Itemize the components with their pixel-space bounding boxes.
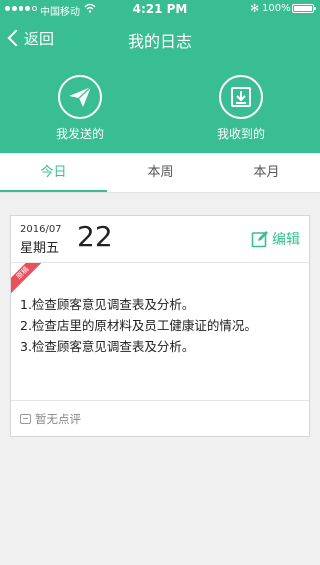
log-item: 1.检查顾客意见调查表及分析。 [20,297,195,312]
log-weekday: 星期五 [20,241,60,256]
status-bar: 中国移动 4:21 PM ✻ 100% [0,0,320,18]
period-tabs: 今日 本周 本月 [0,153,320,193]
sent-logs-button[interactable]: 我发送的 [30,75,130,142]
sent-label: 我发送的 [55,127,104,141]
edit-button[interactable]: 编辑 [251,229,300,249]
received-logs-button[interactable]: 我收到的 [191,75,291,142]
download-icon [231,87,251,107]
log-card-header: 2016/07 星期五 22 编辑 [11,216,309,263]
receive-circle [219,75,263,119]
bluetooth-icon: ✻ [250,2,260,15]
battery-level [294,6,312,11]
send-circle [58,75,102,119]
log-item: 2.检查店里的原材料及员工健康证的情况。 [20,318,257,333]
received-label: 我收到的 [216,127,265,141]
header: 中国移动 4:21 PM ✻ 100% 返回 我的日志 我发送的 我收到的 [0,0,320,153]
tab-indicator [0,190,107,192]
comment-area[interactable]: 暂无点评 [11,400,309,437]
tab-month[interactable]: 本月 [213,153,320,193]
edit-label: 编辑 [272,232,300,248]
tab-week[interactable]: 本周 [107,153,214,193]
tab-today[interactable]: 今日 [0,153,107,193]
paper-plane-icon [69,86,92,107]
log-year-month: 2016/07 [20,224,62,235]
comment-placeholder: 暂无点评 [35,412,81,426]
edit-icon [251,231,268,248]
log-day: 22 [77,220,113,253]
battery-percent: 100% [262,3,291,14]
log-card: 2016/07 星期五 22 编辑 原稿 1.检查顾客意见调查表及分析。 2.检… [10,215,310,437]
page-title: 我的日志 [127,32,192,51]
comment-icon [20,414,31,424]
log-content: 1.检查顾客意见调查表及分析。 2.检查店里的原材料及员工健康证的情况。 3.检… [20,294,305,357]
log-item: 3.检查顾客意见调查表及分析。 [20,339,195,354]
battery-icon [292,4,316,13]
